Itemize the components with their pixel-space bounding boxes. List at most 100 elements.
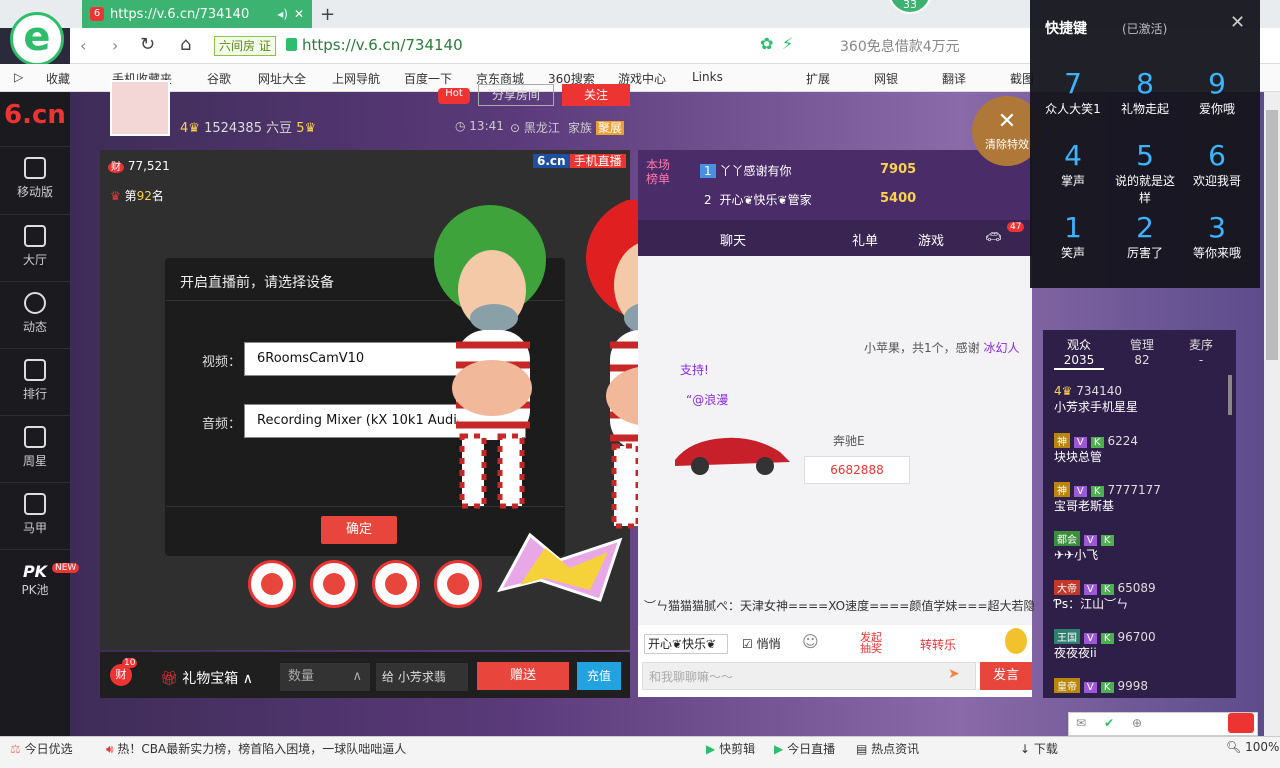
wheel-button[interactable]: 转转乐 — [920, 636, 956, 653]
today-live-button[interactable]: ▶ 今日直播 — [774, 740, 835, 757]
sidebar-item-vest[interactable]: 马甲 — [0, 482, 70, 548]
tab-close-icon[interactable]: ✕ — [294, 7, 304, 21]
marquee-text: ︶ㄣ猫猫猫腻ぺ：天津女神====XO速度====颜值学妹===超大若隐若 — [644, 599, 1034, 613]
bill-row[interactable]: 2 开心❦快乐❦管家 — [700, 191, 812, 208]
host-avatar[interactable] — [110, 80, 170, 136]
audience-row[interactable]: 皇帝 V K 9998 — [1054, 678, 1148, 693]
home-icon[interactable]: ⌂ — [180, 34, 191, 55]
sidebar-item-rank[interactable]: 排行 — [0, 348, 70, 414]
scrollbar-thumb[interactable] — [1266, 110, 1278, 360]
emoji-icon[interactable]: ☺ — [802, 632, 819, 651]
shortcut-cell[interactable]: 1 笑声 — [1038, 208, 1108, 274]
sidebar-item-hall[interactable]: 大厅 — [0, 214, 70, 280]
rank-badge: 都会 — [1054, 531, 1080, 546]
check-icon[interactable]: ✔ — [1104, 716, 1114, 730]
download-button[interactable]: ↓ 下载 — [1020, 740, 1058, 757]
news-ticker[interactable]: 🔊︎ 热！CBA最新实力榜，榜首陷入困境，一球队咄咄逼人 — [106, 740, 406, 757]
recipient-select[interactable]: 给 小芳求翡 — [376, 663, 468, 691]
gift-shortcut-icon[interactable] — [248, 560, 296, 608]
audience-row[interactable]: 神 V K 7777177 宝哥老斯基 — [1054, 482, 1161, 514]
car-icon[interactable]: 🚗︎ — [985, 230, 1002, 245]
bookmark-item[interactable]: 百度一下 — [404, 70, 452, 87]
browser-logo[interactable]: e — [10, 12, 64, 66]
tab-chat[interactable]: 聊天 — [720, 230, 746, 249]
clip-button[interactable]: ▶ 快剪辑 — [706, 740, 755, 757]
bookmark-item[interactable]: 收藏 — [46, 70, 70, 87]
shortcut-cell[interactable]: 3 等你来哦 — [1182, 208, 1252, 274]
back-icon[interactable]: ‹ — [80, 36, 86, 55]
host-family[interactable]: 家族 聚展 — [568, 119, 624, 136]
tab-games[interactable]: 游戏 — [918, 230, 944, 249]
mute-icon[interactable]: ◂) — [277, 7, 288, 21]
audience-row[interactable]: 大帝 V K 65089 Ƥs：江山︶ㄣ — [1054, 580, 1156, 612]
confirm-button[interactable]: 确定 — [321, 516, 397, 544]
mail-icon[interactable]: ✉ — [1076, 716, 1086, 730]
shortcut-close-icon[interactable]: ✕ — [1230, 12, 1245, 33]
bookmark-item[interactable]: 网银 — [874, 70, 898, 87]
tab-mic-queue[interactable]: 麦序 - — [1176, 338, 1226, 368]
site-verify-badge[interactable]: 六间房 证 — [214, 36, 276, 56]
site-logo[interactable]: 6.cn — [4, 100, 66, 130]
share-room-button[interactable]: 分享房间 — [478, 84, 554, 106]
chat-bubble-icon[interactable] — [1228, 713, 1254, 733]
shortcut-cell[interactable]: 4 掌声 — [1038, 136, 1108, 202]
gift-box-toggle[interactable]: 🎁︎ 礼物宝箱 ∧ — [160, 668, 253, 688]
lottery-button[interactable]: 发起抽奖 — [860, 632, 888, 654]
sidebar-item-pk[interactable]: PK PK池 — [0, 549, 70, 615]
shortcut-cell[interactable]: 7 众人大笑1 — [1038, 64, 1108, 130]
reload-icon[interactable]: ↻ — [140, 34, 155, 55]
security-icon[interactable]: ✿ — [760, 34, 773, 53]
shortcut-cell[interactable]: 5 说的就是这样 — [1110, 136, 1180, 206]
bill-row[interactable]: 1 丫丫感谢有你 — [700, 162, 791, 179]
bookmark-item[interactable]: 网址大全 — [258, 70, 306, 87]
shortcut-cell[interactable]: 6 欢迎我哥 — [1182, 136, 1252, 202]
tab-admins[interactable]: 管理 82 — [1117, 338, 1167, 368]
tab-gift-list[interactable]: 礼单 — [852, 230, 878, 249]
speed-icon[interactable]: ⚡ — [782, 34, 793, 53]
chat-input[interactable]: 和我聊聊嘛～～ — [642, 662, 976, 690]
sidebar-item-weekstar[interactable]: 周星 — [0, 415, 70, 481]
audience-row[interactable]: 都会 V K ✈✈小飞 — [1054, 531, 1114, 563]
shortcut-cell[interactable]: 8 礼物走起 — [1110, 64, 1180, 130]
egg-icon[interactable] — [1005, 628, 1027, 654]
forward-icon[interactable]: › — [112, 36, 118, 55]
chat-user[interactable]: 冰幻人 — [983, 341, 1019, 355]
audience-row[interactable]: 4♛ 734140 小芳求手机星星 — [1054, 384, 1138, 415]
bookmark-item[interactable]: 谷歌 — [207, 70, 231, 87]
recharge-button[interactable]: 充值 — [577, 662, 621, 690]
whisper-checkbox[interactable]: ☑ 悄悄 — [742, 635, 781, 652]
chat-target-select[interactable]: 开心❦快乐❦ — [644, 634, 728, 654]
send-arrow-icon[interactable]: ➤ — [948, 666, 960, 682]
send-gift-button[interactable]: 赠送 — [477, 662, 569, 690]
hot-news-button[interactable]: ▤ 热点资讯 — [856, 740, 919, 757]
bookmark-item[interactable]: 翻译 — [942, 70, 966, 87]
today-picks[interactable]: ⚖ 今日优选 — [10, 740, 73, 757]
bill-label[interactable]: 本场榜单 — [646, 158, 678, 186]
search-hint[interactable]: 360免息借款4万元 — [840, 36, 960, 56]
browser-tab[interactable]: 6 https://v.6.cn/734140 ◂) ✕ — [82, 0, 312, 28]
sidebar-item-feed[interactable]: 动态 — [0, 281, 70, 347]
follow-button[interactable]: 关注 — [562, 84, 630, 106]
sidebar-item-mobile[interactable]: 移动版 — [0, 146, 70, 212]
url-field[interactable]: https://v.6.cn/734140 — [302, 36, 463, 54]
shortcut-cell[interactable]: 9 爱你哦 — [1182, 64, 1252, 130]
bookmark-item[interactable]: 扩展 — [806, 70, 830, 87]
bookmark-item[interactable]: Links — [692, 70, 723, 84]
gift-shortcut-icon[interactable] — [434, 560, 482, 608]
video-label: 视频： — [202, 355, 242, 370]
shortcut-key: 1 — [1064, 211, 1082, 244]
zoom-level[interactable]: 🔍︎ 100% — [1226, 740, 1279, 754]
gift-shortcut-icon[interactable] — [310, 560, 358, 608]
tab-audience[interactable]: 观众 2035 — [1054, 338, 1104, 370]
audience-row[interactable]: 神 V K 6224 块块总管 — [1054, 433, 1138, 465]
bookmark-item[interactable]: 上网导航 — [332, 70, 380, 87]
shortcut-cell[interactable]: 2 厉害了 — [1110, 208, 1180, 274]
quantity-field[interactable]: 数量 ∧ — [280, 663, 370, 691]
new-tab-button[interactable]: + — [320, 4, 335, 25]
gift-shortcut-icon[interactable] — [372, 560, 420, 608]
audience-row[interactable]: 王国 V K 96700 夜夜夜ii — [1054, 629, 1156, 661]
audience-scrollbar[interactable] — [1228, 375, 1232, 415]
zoom-icon[interactable]: ⊕ — [1132, 716, 1142, 730]
send-message-button[interactable]: 发言 — [980, 662, 1032, 690]
sidebar-toggle-icon[interactable]: ▷ — [14, 70, 23, 84]
